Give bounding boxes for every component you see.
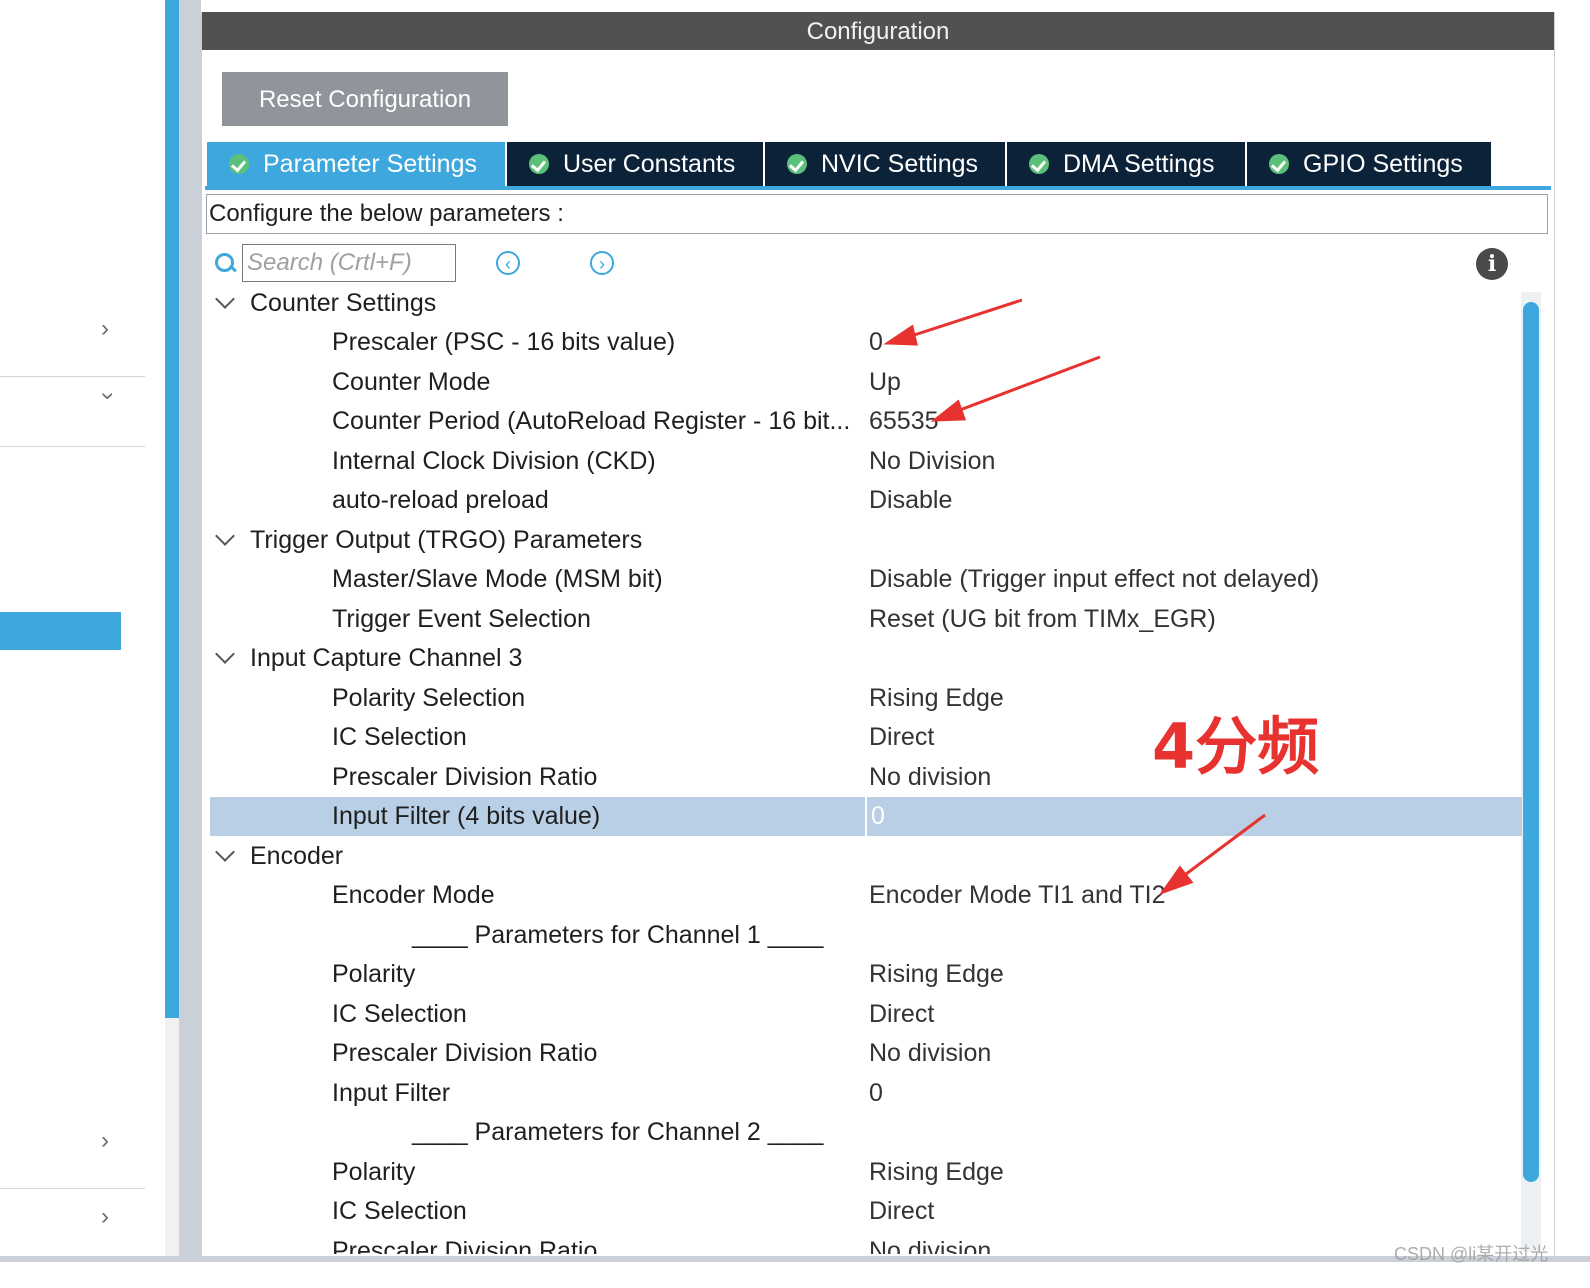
arrow-to-period <box>951 355 1101 415</box>
watermark: CSDN @li某开过光 <box>1394 1244 1549 1264</box>
arrow-head <box>930 399 967 422</box>
arrow-to-prescaler <box>904 298 1023 340</box>
arrow-to-encoder-mode <box>1177 813 1266 882</box>
arrow-head <box>883 324 918 346</box>
annotation-arrows <box>883 298 1266 896</box>
annotation-text: 4分频 <box>1152 710 1320 783</box>
